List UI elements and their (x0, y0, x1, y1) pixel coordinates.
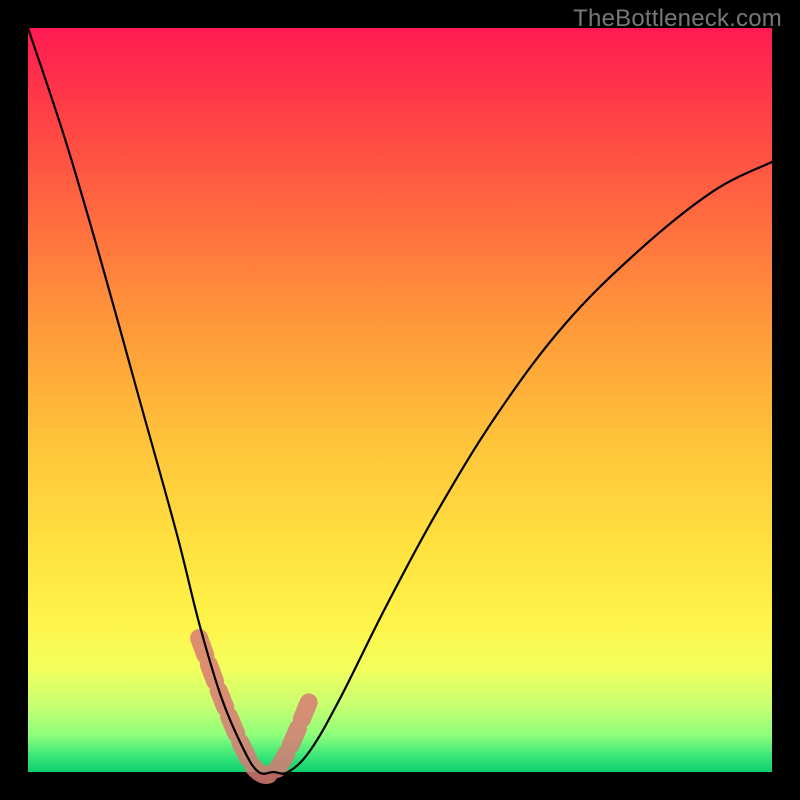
bottleneck-curve (28, 28, 772, 774)
valley-highlight (199, 638, 311, 775)
curve-svg (28, 28, 772, 772)
plot-area (28, 28, 772, 772)
chart-frame: TheBottleneck.com (0, 0, 800, 800)
